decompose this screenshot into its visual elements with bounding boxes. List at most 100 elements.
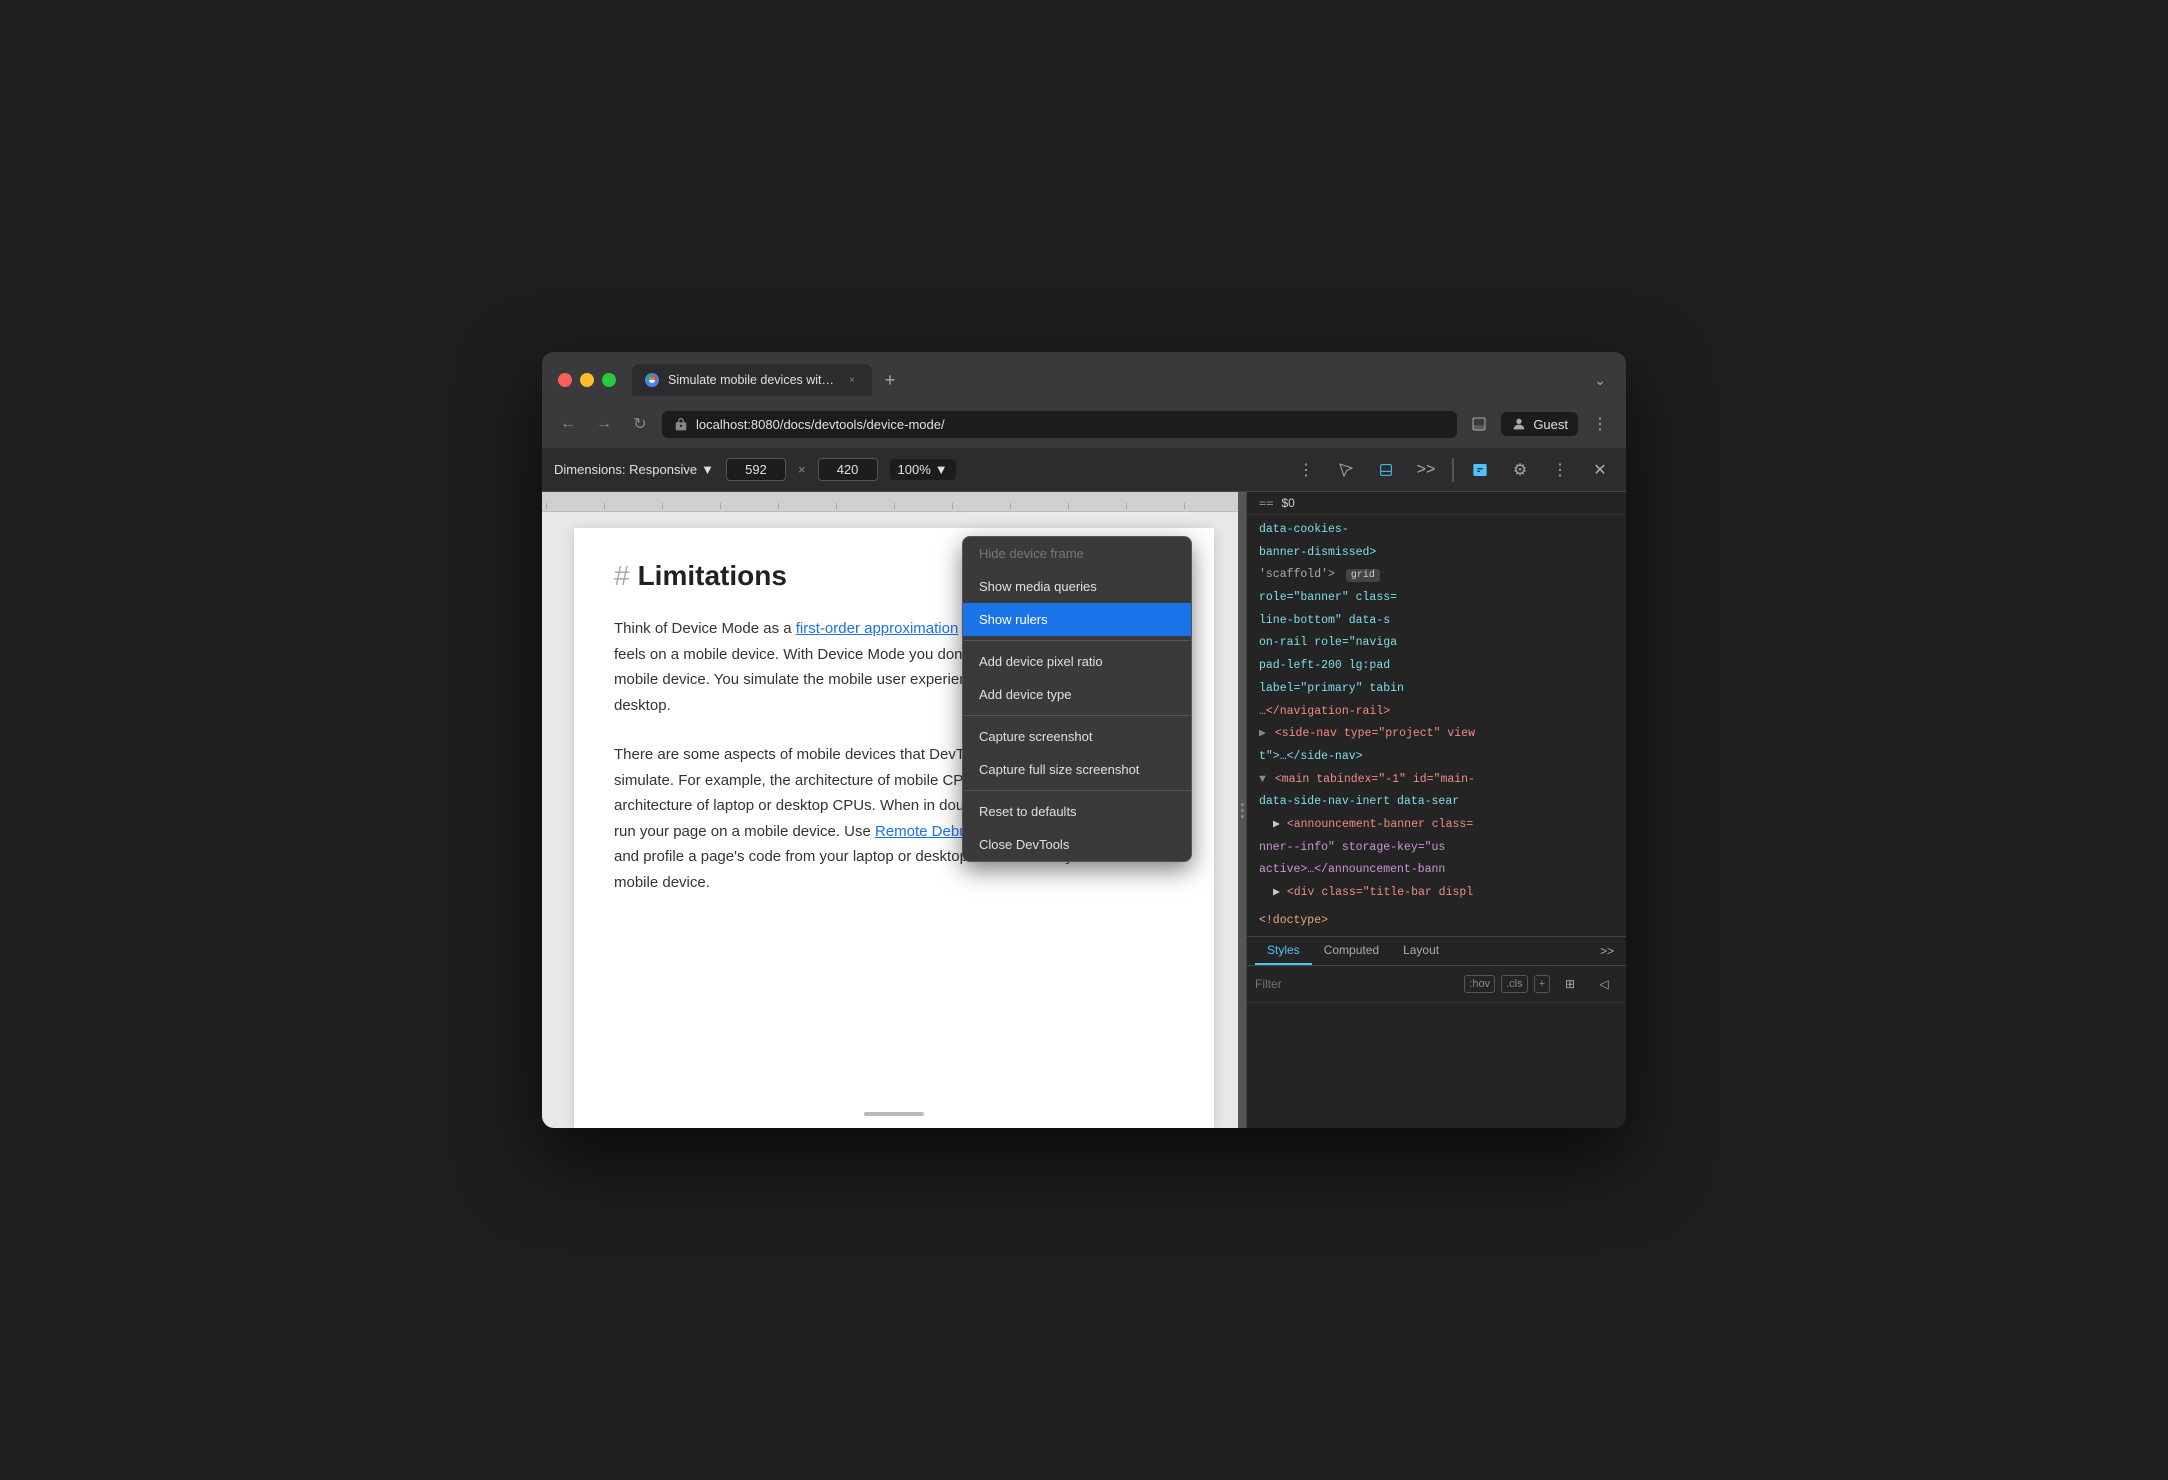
menu-item-label: Capture screenshot [979,729,1092,744]
dom-line: on-rail role="naviga [1247,632,1626,655]
ruler-mark [720,503,778,509]
styles-filter-input[interactable] [1255,977,1458,991]
dom-line: …</navigation-rail> [1247,701,1626,724]
dom-line: active>…</announcement-bann [1247,859,1626,882]
dom-line: nner--info" storage-key="us [1247,837,1626,860]
heading-text: Limitations [638,560,787,592]
settings-button[interactable]: ⚙ [1506,456,1534,484]
menu-item-capture-full-size-screenshot[interactable]: Capture full size screenshot [963,753,1191,786]
menu-item-label: Close DevTools [979,837,1069,852]
menu-item-show-media-queries[interactable]: Show media queries [963,570,1191,603]
ruler-mark [604,503,662,509]
url-text: localhost:8080/docs/devtools/device-mode… [696,417,945,432]
zoom-select[interactable]: 100% ▼ [890,459,956,480]
tab-list-chevron-icon[interactable]: ⌄ [1590,368,1610,393]
resize-handle[interactable] [1238,492,1246,1128]
dom-line: pad-left-200 lg:pad [1247,655,1626,678]
style-icon-button-2[interactable]: ◁ [1590,970,1618,998]
devtools-more-button[interactable]: ⋮ [1546,456,1574,484]
dimensions-label: Dimensions: Responsive [554,462,697,477]
back-button[interactable]: ← [554,410,582,438]
context-menu: Hide device frame Show media queries Sho… [962,536,1192,862]
heading-hash: # [614,560,630,592]
menu-item-show-rulers[interactable]: Show rulers [963,603,1191,636]
selected-element-badge: $0 [1281,496,1294,510]
styles-tabs: Styles Computed Layout >> [1247,937,1626,966]
menu-item-reset-to-defaults[interactable]: Reset to defaults [963,795,1191,828]
ruler-mark [894,503,952,509]
menu-item-close-devtools[interactable]: Close DevTools [963,828,1191,861]
devtools-panel: == $0 data-cookies- banner-dismissed> 's… [1246,492,1626,1128]
cls-button[interactable]: .cls [1501,975,1528,993]
hov-button[interactable]: :hov [1464,975,1495,993]
zoom-label: 100% [898,462,931,477]
dom-line: ▶ <side-nav type="project" view [1247,723,1626,746]
tab-bar: Simulate mobile devices with D × + ⌄ [632,364,1610,396]
ruler-mark [952,503,1010,509]
dimensions-arrow-icon: ▼ [701,462,714,477]
menu-item-add-device-type[interactable]: Add device type [963,678,1191,711]
ruler-mark [662,503,720,509]
ruler-mark [1126,503,1184,509]
zoom-arrow-icon: ▼ [935,462,948,477]
device-toolbar-toggle-button[interactable] [1372,456,1400,484]
tab-close-button[interactable]: × [844,372,860,388]
secure-icon [674,417,688,431]
menu-item-label: Show media queries [979,579,1097,594]
profile-label: Guest [1533,417,1568,432]
address-bar: ← → ↻ localhost:8080/docs/devtools/devic… [542,404,1626,448]
ruler-mark [1068,503,1126,509]
dom-line: role="banner" class= [1247,587,1626,610]
first-order-link[interactable]: first-order approximation [796,620,959,637]
doctype-line: <!doctype> [1247,905,1626,933]
dom-line: label="primary" tabin [1247,678,1626,701]
console-tab-button[interactable] [1466,456,1494,484]
profile-button[interactable]: Guest [1501,412,1578,436]
menu-separator-1 [963,640,1191,641]
menu-item-add-device-pixel-ratio[interactable]: Add device pixel ratio [963,645,1191,678]
url-bar[interactable]: localhost:8080/docs/devtools/device-mode… [662,411,1457,438]
browser-content: Dimensions: Responsive ▼ × 100% ▼ ⋮ >> [542,448,1626,1128]
dom-tree: data-cookies- banner-dismissed> 'scaffol… [1247,515,1626,936]
devtools-close-button[interactable]: ✕ [1586,456,1614,484]
more-tools-button[interactable]: >> [1412,456,1440,484]
toggle-devtools-button[interactable] [1465,410,1493,438]
tab-styles[interactable]: Styles [1255,937,1312,965]
add-style-button[interactable]: + [1534,975,1550,993]
device-toolbar: Dimensions: Responsive ▼ × 100% ▼ ⋮ >> [542,448,1626,492]
width-input[interactable] [726,458,786,481]
forward-button[interactable]: → [590,410,618,438]
dom-line: 'scaffold'> grid [1247,564,1626,587]
tab-title: Simulate mobile devices with D [668,373,836,387]
tab-layout[interactable]: Layout [1391,937,1451,965]
toolbar-divider [1452,458,1454,482]
reload-button[interactable]: ↻ [626,410,654,438]
height-input[interactable] [818,458,878,481]
menu-item-label: Hide device frame [979,546,1084,561]
active-tab[interactable]: Simulate mobile devices with D × [632,364,872,396]
traffic-lights [558,373,616,387]
title-bar-top: Simulate mobile devices with D × + ⌄ [558,364,1610,396]
dollar-sign: == [1259,496,1273,510]
main-area: # Limitations Think of Device Mode as a … [542,492,1626,1128]
scrollbar-indicator [864,1112,924,1116]
ruler-marks [546,503,1242,509]
tab-computed[interactable]: Computed [1312,937,1391,965]
dom-line: banner-dismissed> [1247,542,1626,565]
styles-filter-bar: :hov .cls + ⊞ ◁ [1247,966,1626,1003]
style-icon-button-1[interactable]: ⊞ [1556,970,1584,998]
styles-panel: Styles Computed Layout >> :hov .cls + ⊞ … [1247,936,1626,1096]
menu-item-hide-device-frame[interactable]: Hide device frame [963,537,1191,570]
maximize-window-button[interactable] [602,373,616,387]
browser-window: Simulate mobile devices with D × + ⌄ ← →… [542,352,1626,1128]
device-toolbar-more-button[interactable]: ⋮ [1292,456,1320,484]
dom-line: data-side-nav-inert data-sear [1247,791,1626,814]
browser-more-button[interactable]: ⋮ [1586,410,1614,438]
close-window-button[interactable] [558,373,572,387]
new-tab-button[interactable]: + [876,366,904,394]
menu-item-capture-screenshot[interactable]: Capture screenshot [963,720,1191,753]
more-tabs-button[interactable]: >> [1596,938,1618,964]
device-toolbar-inspect-button[interactable] [1332,456,1360,484]
dimensions-select[interactable]: Dimensions: Responsive ▼ [554,462,714,477]
minimize-window-button[interactable] [580,373,594,387]
